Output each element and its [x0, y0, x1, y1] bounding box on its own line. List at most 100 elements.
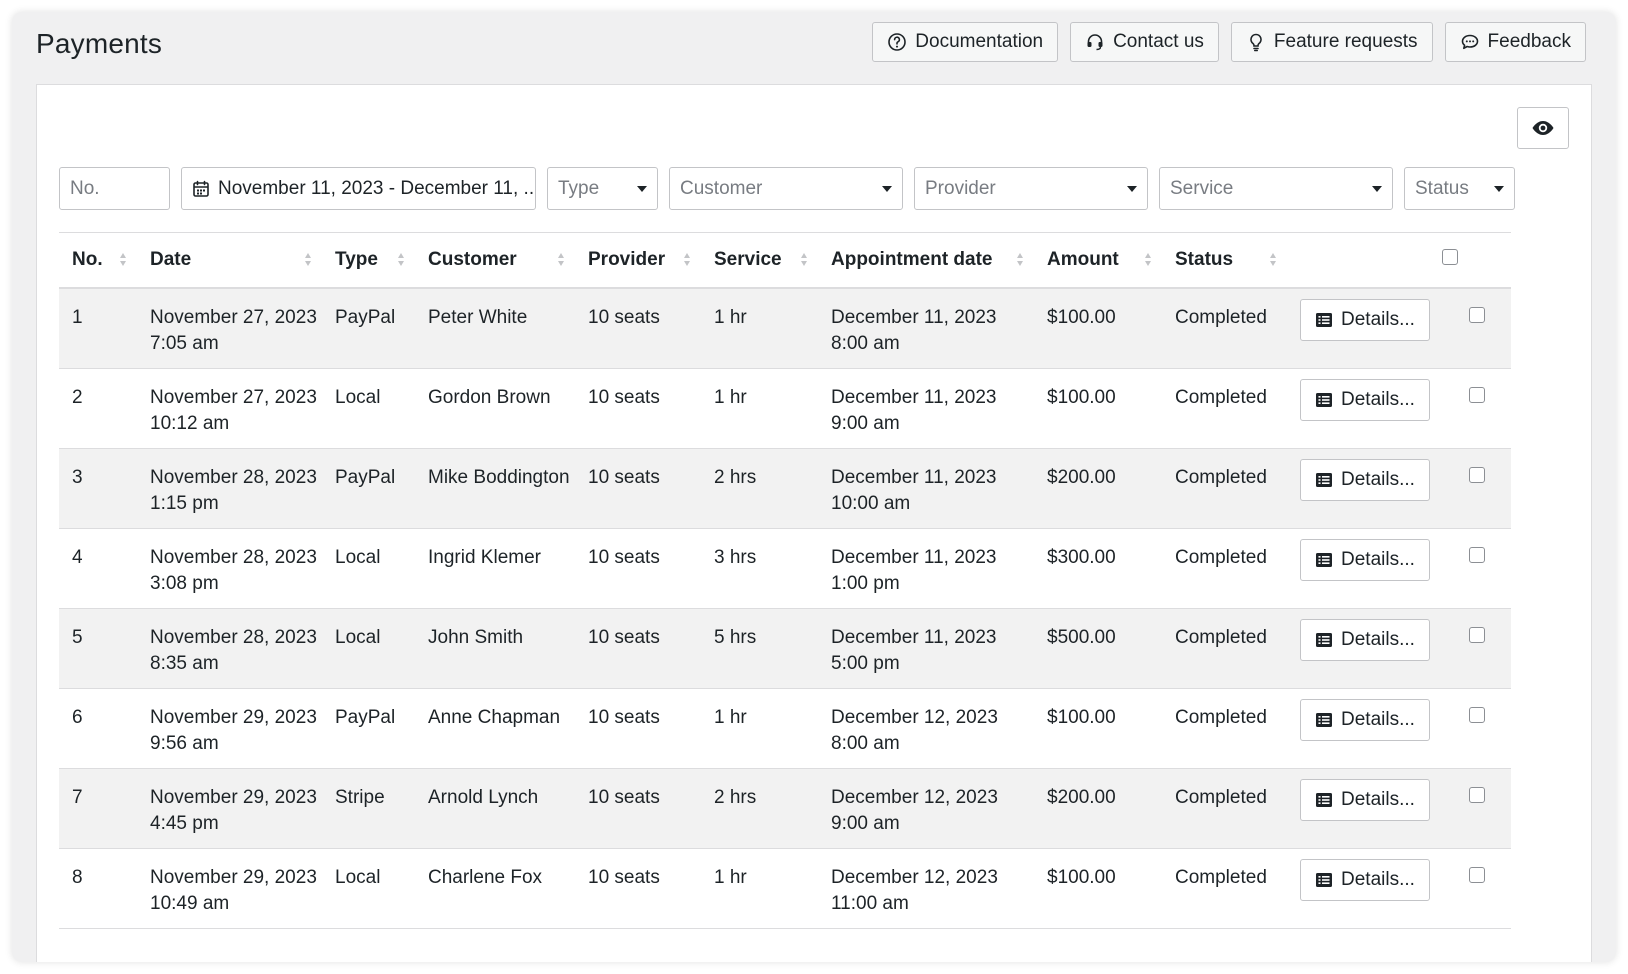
list-icon [1316, 872, 1332, 887]
column-header-service[interactable]: Service [701, 232, 818, 289]
cell-status: Completed [1162, 448, 1287, 529]
cell-type: PayPal [322, 448, 415, 529]
type-filter-select[interactable]: Type [547, 167, 658, 210]
cell-select [1442, 768, 1511, 849]
details-button[interactable]: Details... [1300, 538, 1430, 581]
documentation-button[interactable]: Documentation [872, 22, 1059, 62]
cell-amount: $100.00 [1034, 368, 1162, 449]
row-checkbox[interactable] [1468, 386, 1485, 403]
column-header-provider[interactable]: Provider [575, 232, 701, 289]
service-filter-select[interactable]: Service [1159, 167, 1393, 210]
details-button[interactable]: Details... [1300, 458, 1430, 501]
table-row: 1 November 27, 2023 7:05 am PayPal Peter… [59, 288, 1511, 369]
cell-date: November 29, 2023 9:56 am [137, 688, 322, 769]
calendar-icon [193, 180, 209, 197]
details-label: Details... [1341, 468, 1415, 490]
row-checkbox[interactable] [1468, 307, 1485, 323]
list-icon [1316, 313, 1332, 327]
cell-select [1442, 528, 1511, 609]
eye-icon [1532, 121, 1554, 135]
cell-provider: 10 seats [575, 848, 701, 929]
cell-service: 2 hrs [701, 768, 818, 849]
details-button[interactable]: Details... [1300, 778, 1430, 821]
table-body: 1 November 27, 2023 7:05 am PayPal Peter… [59, 288, 1511, 929]
status-filter-placeholder: Status [1415, 177, 1469, 199]
chat-bubble-icon [1461, 34, 1478, 50]
cell-select [1442, 688, 1511, 769]
row-checkbox[interactable] [1468, 546, 1485, 563]
cell-actions: Details... [1287, 528, 1442, 609]
feature-requests-button[interactable]: Feature requests [1230, 22, 1433, 62]
row-checkbox[interactable] [1468, 626, 1485, 643]
column-header-select-all [1442, 232, 1511, 289]
details-button[interactable]: Details... [1300, 299, 1430, 341]
sort-icon [1145, 253, 1151, 267]
customer-filter-select[interactable]: Customer [669, 167, 903, 210]
cell-select [1442, 608, 1511, 689]
cell-no: 7 [59, 768, 137, 849]
cell-customer: John Smith [415, 608, 575, 689]
cell-amount: $200.00 [1034, 448, 1162, 529]
details-button[interactable]: Details... [1300, 858, 1430, 901]
number-filter-input[interactable]: No. [59, 167, 170, 210]
cell-status: Completed [1162, 848, 1287, 929]
table-row: 6 November 29, 2023 9:56 am PayPal Anne … [59, 688, 1511, 769]
table-header-row: No. Date Type Customer Provider Service … [59, 232, 1511, 289]
cell-service: 1 hr [701, 368, 818, 449]
row-checkbox[interactable] [1468, 706, 1485, 723]
contact-us-button[interactable]: Contact us [1070, 22, 1219, 62]
details-label: Details... [1341, 628, 1415, 650]
cell-no: 4 [59, 528, 137, 609]
cell-customer: Anne Chapman [415, 688, 575, 769]
cell-type: Local [322, 528, 415, 609]
row-checkbox[interactable] [1468, 866, 1485, 883]
table-row: 2 November 27, 2023 10:12 am Local Gordo… [59, 368, 1511, 449]
cell-date: November 29, 2023 10:49 am [137, 848, 322, 929]
cell-service: 1 hr [701, 288, 818, 369]
column-header-appointment-date[interactable]: Appointment date [818, 232, 1034, 289]
column-header-date[interactable]: Date [137, 232, 322, 289]
sort-icon [398, 253, 404, 267]
cell-select [1442, 288, 1511, 369]
provider-filter-select[interactable]: Provider [914, 167, 1148, 210]
table-row: 4 November 28, 2023 3:08 pm Local Ingrid… [59, 528, 1511, 609]
feedback-button[interactable]: Feedback [1444, 22, 1586, 62]
cell-provider: 10 seats [575, 528, 701, 609]
row-checkbox[interactable] [1468, 786, 1485, 803]
details-label: Details... [1341, 788, 1415, 810]
sort-icon [1017, 253, 1023, 267]
app-window: Payments Documentation Contact us Featur… [12, 12, 1616, 962]
status-filter-select[interactable]: Status [1404, 167, 1515, 210]
service-filter-placeholder: Service [1170, 177, 1234, 199]
details-button[interactable]: Details... [1300, 618, 1430, 661]
sort-icon [801, 253, 807, 267]
cell-status: Completed [1162, 528, 1287, 609]
column-visibility-button[interactable] [1517, 107, 1569, 149]
cell-no: 1 [59, 288, 137, 369]
cell-status: Completed [1162, 768, 1287, 849]
cell-customer: Mike Boddington [415, 448, 575, 529]
details-label: Details... [1341, 388, 1415, 410]
details-button[interactable]: Details... [1300, 698, 1430, 741]
column-header-status[interactable]: Status [1162, 232, 1287, 289]
cell-no: 5 [59, 608, 137, 689]
cell-type: PayPal [322, 688, 415, 769]
column-header-no[interactable]: No. [59, 232, 137, 289]
date-range-picker[interactable]: November 11, 2023 - December 11, ... [181, 167, 536, 210]
page-title: Payments [36, 28, 163, 59]
cell-no: 2 [59, 368, 137, 449]
cell-appointment-date: December 11, 2023 1:00 pm [818, 528, 1034, 609]
row-checkbox[interactable] [1468, 466, 1485, 483]
chevron-down-icon [1372, 186, 1382, 192]
cell-appointment-date: December 11, 2023 5:00 pm [818, 608, 1034, 689]
date-range-value: November 11, 2023 - December 11, ... [218, 177, 536, 199]
cell-provider: 10 seats [575, 688, 701, 769]
column-header-amount[interactable]: Amount [1034, 232, 1162, 289]
column-header-customer[interactable]: Customer [415, 232, 575, 289]
cell-service: 3 hrs [701, 528, 818, 609]
cell-appointment-date: December 12, 2023 11:00 am [818, 848, 1034, 929]
provider-filter-placeholder: Provider [925, 177, 996, 199]
column-header-type[interactable]: Type [322, 232, 415, 289]
details-button[interactable]: Details... [1300, 378, 1430, 421]
select-all-checkbox[interactable] [1442, 249, 1458, 265]
